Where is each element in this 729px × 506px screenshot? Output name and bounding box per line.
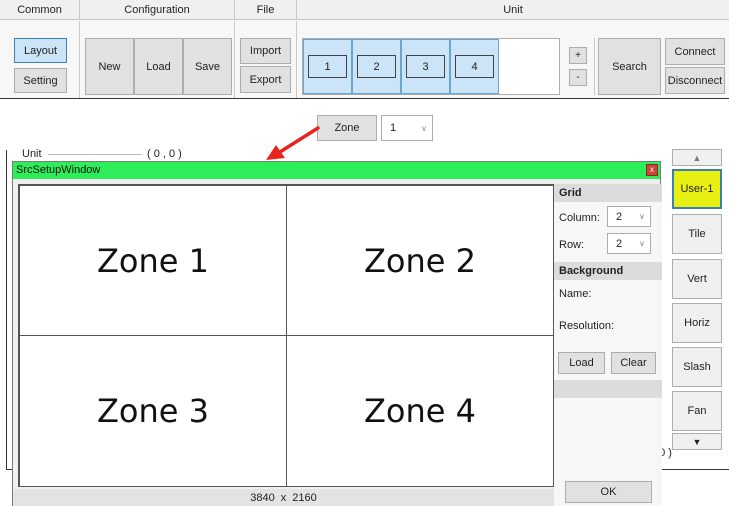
toolbar: Common Configuration File Unit Layout Se… bbox=[0, 0, 729, 99]
window-title-bar: SrcSetupWindow x bbox=[13, 162, 660, 179]
unit-tile-1-label: 1 bbox=[308, 55, 347, 78]
unit-tile-3-label: 3 bbox=[406, 55, 445, 78]
zone-canvas: Zone 1 Zone 2 Zone 3 Zone 4 bbox=[18, 184, 554, 487]
ok-button[interactable]: OK bbox=[565, 481, 652, 503]
export-button[interactable]: Export bbox=[240, 66, 291, 93]
close-icon: x bbox=[650, 165, 654, 174]
unit-tile-4[interactable]: 4 bbox=[450, 39, 499, 94]
src-setup-window: SrcSetupWindow x Zone 1 Zone 2 Zone 3 Zo… bbox=[12, 161, 662, 506]
background-load-button[interactable]: Load bbox=[558, 352, 605, 374]
unit-tile-2-label: 2 bbox=[357, 55, 396, 78]
unit-row-label: Unit bbox=[22, 148, 42, 160]
chevron-down-icon: ∨ bbox=[639, 239, 645, 248]
zone-3-cell[interactable]: Zone 3 bbox=[19, 335, 287, 487]
row-value: 2 bbox=[616, 237, 623, 250]
panel-separator-band bbox=[554, 380, 662, 398]
preset-user-1-button[interactable]: User-1 bbox=[672, 169, 722, 209]
preset-tile-button[interactable]: Tile bbox=[672, 214, 722, 254]
scroll-up-icon: ▲ bbox=[692, 152, 702, 163]
resolution-status-bar: 3840 x 2160 bbox=[13, 489, 554, 506]
zone-number-value: 1 bbox=[390, 122, 397, 134]
column-select[interactable]: 2 ∨ bbox=[607, 206, 651, 227]
unit-tile-2[interactable]: 2 bbox=[352, 39, 401, 94]
column-label: Column: bbox=[559, 212, 600, 224]
preset-slash-button[interactable]: Slash bbox=[672, 347, 722, 387]
scroll-up-button[interactable]: ▲ bbox=[672, 149, 722, 166]
resolution-separator: x bbox=[280, 491, 287, 504]
background-header: Background bbox=[554, 262, 662, 280]
import-button[interactable]: Import bbox=[240, 38, 291, 64]
unit-divider bbox=[594, 38, 595, 95]
row-label: Row: bbox=[559, 239, 585, 251]
setting-button[interactable]: Setting bbox=[14, 68, 67, 93]
main-area-right-bottom-border bbox=[660, 469, 729, 470]
layout-button[interactable]: Layout bbox=[14, 38, 67, 63]
section-unit-header: Unit bbox=[297, 0, 729, 20]
close-button[interactable]: x bbox=[646, 164, 658, 176]
preset-fan-button[interactable]: Fan bbox=[672, 391, 722, 431]
window-title: SrcSetupWindow bbox=[16, 164, 101, 176]
section-file-header: File bbox=[235, 0, 297, 20]
section-common-header: Common bbox=[0, 0, 80, 20]
unit-row-coords: ( 0 , 0 ) bbox=[147, 148, 182, 160]
background-resolution-label: Resolution: bbox=[559, 320, 615, 332]
zone-number-select[interactable]: 1 ∨ bbox=[381, 115, 433, 141]
preset-horiz-button[interactable]: Horiz bbox=[672, 303, 722, 343]
preset-vert-button[interactable]: Vert bbox=[672, 259, 722, 299]
main-area-left-border bbox=[6, 150, 7, 470]
unit-tile-4-label: 4 bbox=[455, 55, 494, 78]
chevron-down-icon: ∨ bbox=[421, 123, 427, 133]
arrow-head bbox=[266, 145, 285, 160]
background-clear-button[interactable]: Clear bbox=[611, 352, 656, 374]
disconnect-button[interactable]: Disconnect bbox=[665, 67, 725, 94]
zone-1-cell[interactable]: Zone 1 bbox=[19, 185, 287, 336]
minus-button[interactable]: - bbox=[569, 69, 587, 86]
section-configuration-header: Configuration bbox=[80, 0, 235, 20]
load-config-button[interactable]: Load bbox=[134, 38, 183, 95]
scroll-down-icon: ▼ bbox=[692, 436, 702, 447]
unit-row-line bbox=[48, 154, 142, 155]
settings-panel: Grid Column: 2 ∨ Row: 2 ∨ Background Nam… bbox=[554, 184, 662, 506]
arrow-shaft bbox=[278, 126, 320, 154]
background-name-label: Name: bbox=[559, 288, 592, 300]
new-button[interactable]: New bbox=[85, 38, 134, 95]
plus-button[interactable]: + bbox=[569, 47, 587, 64]
connect-button[interactable]: Connect bbox=[665, 38, 725, 65]
row-select[interactable]: 2 ∨ bbox=[607, 233, 651, 254]
save-button[interactable]: Save bbox=[183, 38, 232, 95]
resolution-height: 2160 bbox=[292, 491, 317, 504]
grid-header: Grid bbox=[554, 184, 662, 202]
unit-tile-1[interactable]: 1 bbox=[303, 39, 352, 94]
chevron-down-icon: ∨ bbox=[639, 212, 645, 221]
column-value: 2 bbox=[616, 210, 623, 223]
resolution-width: 3840 bbox=[250, 491, 275, 504]
unit-tile-3[interactable]: 3 bbox=[401, 39, 450, 94]
zone-2-cell[interactable]: Zone 2 bbox=[286, 185, 554, 336]
zone-button[interactable]: Zone bbox=[317, 115, 377, 141]
scroll-down-button[interactable]: ▼ bbox=[672, 433, 722, 450]
search-button[interactable]: Search bbox=[598, 38, 661, 95]
zone-4-cell[interactable]: Zone 4 bbox=[286, 335, 554, 487]
